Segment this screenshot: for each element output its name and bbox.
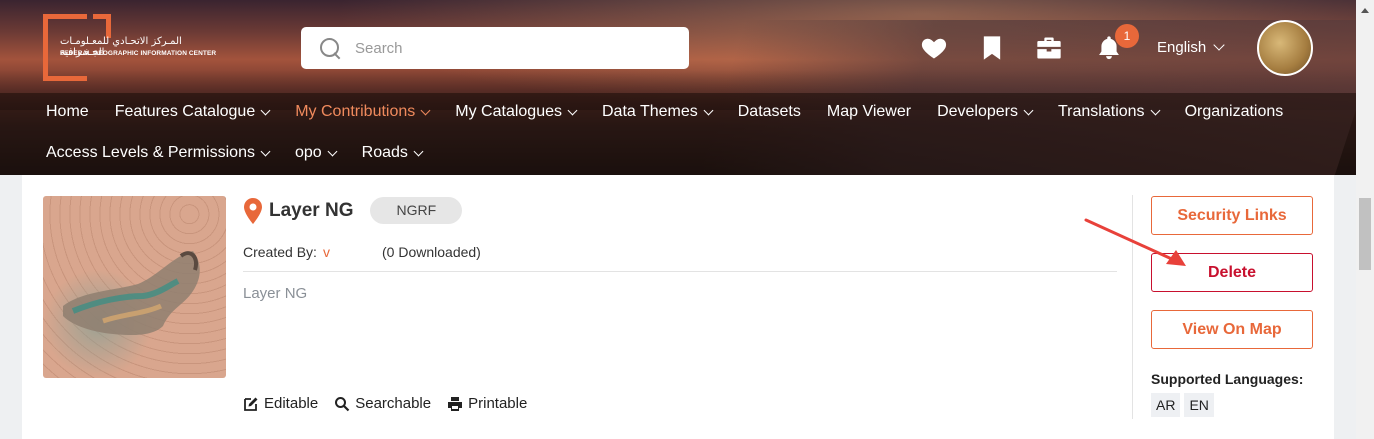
download-count: (0 Downloaded) bbox=[382, 244, 481, 260]
search-input[interactable] bbox=[355, 39, 655, 57]
nav-datasets[interactable]: Datasets bbox=[738, 103, 801, 121]
nav-developers[interactable]: Developers bbox=[937, 103, 1034, 121]
layer-thumbnail[interactable] bbox=[43, 196, 226, 378]
nav-my-catalogues[interactable]: My Catalogues bbox=[455, 103, 578, 121]
printer-icon bbox=[448, 396, 463, 411]
edit-icon bbox=[244, 397, 258, 411]
nav-opo[interactable]: opo bbox=[295, 144, 338, 162]
chevron-down-icon bbox=[567, 105, 578, 115]
notification-badge[interactable]: 1 bbox=[1115, 24, 1139, 48]
chevron-down-icon bbox=[1213, 39, 1225, 51]
language-selector[interactable]: English bbox=[1157, 39, 1225, 56]
created-by: Created By: v bbox=[243, 244, 330, 260]
created-by-value[interactable]: v bbox=[323, 244, 330, 260]
nav-map-viewer[interactable]: Map Viewer bbox=[827, 103, 911, 121]
language-tag-en: EN bbox=[1184, 393, 1214, 417]
item-title[interactable]: Layer NG bbox=[269, 200, 353, 222]
supported-languages-list: AR EN bbox=[1151, 393, 1214, 417]
divider bbox=[243, 271, 1117, 272]
chevron-down-icon bbox=[1150, 105, 1161, 115]
item-tag: NGRF bbox=[370, 197, 463, 224]
chevron-down-icon bbox=[1023, 105, 1034, 115]
briefcase-icon[interactable] bbox=[1035, 34, 1063, 62]
search-box[interactable] bbox=[301, 27, 689, 69]
bookmark-icon[interactable] bbox=[978, 34, 1006, 62]
main-nav: Home Features Catalogue My Contributions… bbox=[46, 103, 1309, 121]
nav-home[interactable]: Home bbox=[46, 103, 89, 121]
supported-languages-label: Supported Languages: bbox=[1151, 371, 1304, 387]
chevron-down-icon bbox=[703, 105, 714, 115]
nav-data-themes[interactable]: Data Themes bbox=[602, 103, 714, 121]
user-avatar[interactable] bbox=[1257, 20, 1313, 76]
search-icon bbox=[335, 396, 350, 411]
nav-translations[interactable]: Translations bbox=[1058, 103, 1161, 121]
scroll-up-arrow-icon[interactable] bbox=[1361, 8, 1369, 13]
site-header: المـركز الاتحـادي للمعـلومـات الجـغـرافي… bbox=[0, 0, 1356, 175]
uae-map-thumbnail-image bbox=[63, 251, 200, 336]
location-pin-icon bbox=[244, 197, 262, 224]
item-description: Layer NG bbox=[243, 285, 308, 302]
main-nav-row-2: Access Levels & Permissions opo Roads bbox=[46, 144, 448, 162]
heart-icon[interactable] bbox=[920, 34, 948, 62]
logo-text-english: FEDERAL GEOGRAPHIC INFORMATION CENTER bbox=[60, 50, 217, 57]
language-label: English bbox=[1157, 39, 1207, 56]
chevron-down-icon bbox=[260, 146, 271, 156]
scroll-thumb[interactable] bbox=[1359, 198, 1371, 270]
nav-organizations[interactable]: Organizations bbox=[1185, 103, 1284, 121]
logo-mark-corner bbox=[93, 14, 111, 38]
chevron-down-icon bbox=[327, 146, 338, 156]
nav-roads[interactable]: Roads bbox=[362, 144, 424, 162]
chevron-down-icon bbox=[260, 105, 271, 115]
language-tag-ar: AR bbox=[1151, 393, 1181, 417]
feature-list: Editable Searchable Printable bbox=[243, 395, 527, 412]
chevron-down-icon bbox=[413, 146, 424, 156]
search-icon bbox=[319, 37, 341, 59]
feature-editable: Editable bbox=[243, 395, 318, 412]
view-on-map-button[interactable]: View On Map bbox=[1151, 310, 1313, 349]
chevron-down-icon bbox=[420, 105, 431, 115]
nav-features-catalogue[interactable]: Features Catalogue bbox=[115, 103, 271, 121]
nav-my-contributions[interactable]: My Contributions bbox=[295, 103, 431, 121]
item-title-row: Layer NG NGRF bbox=[243, 197, 463, 224]
page-scrollbar[interactable] bbox=[1356, 0, 1374, 439]
annotation-arrow-icon bbox=[1084, 218, 1186, 266]
feature-printable: Printable bbox=[447, 395, 527, 412]
created-by-label: Created By: bbox=[243, 244, 317, 260]
feature-searchable: Searchable bbox=[334, 395, 431, 412]
nav-access-levels[interactable]: Access Levels & Permissions bbox=[46, 144, 271, 162]
